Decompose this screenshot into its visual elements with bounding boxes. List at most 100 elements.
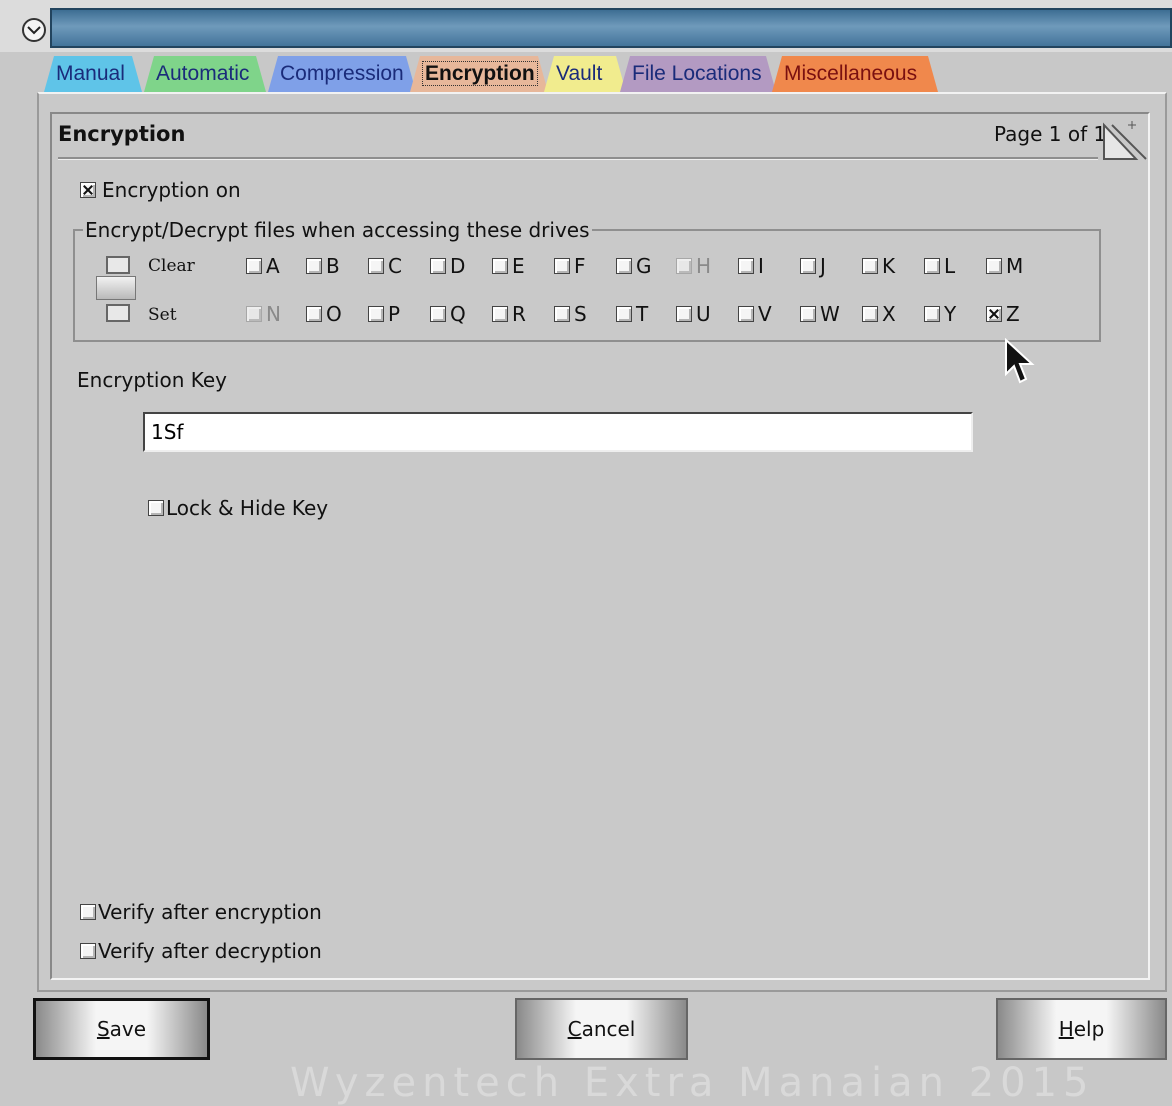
- tab-automatic[interactable]: Automatic: [144, 56, 266, 92]
- checkbox-icon[interactable]: [616, 306, 632, 322]
- drive-checkbox-t[interactable]: T: [616, 302, 648, 326]
- cancel-mnemonic: C: [567, 1017, 582, 1041]
- checkbox-icon[interactable]: [738, 258, 754, 274]
- drive-letter: Q: [450, 302, 466, 326]
- save-button[interactable]: Save: [33, 998, 210, 1060]
- drive-letter: R: [512, 302, 526, 326]
- checkbox-icon[interactable]: [924, 258, 940, 274]
- drive-checkbox-k[interactable]: K: [862, 254, 895, 278]
- drive-letter: G: [636, 254, 652, 278]
- tab-label: File Locations: [632, 62, 762, 85]
- drive-checkbox-e[interactable]: E: [492, 254, 525, 278]
- drive-checkbox-q[interactable]: Q: [430, 302, 466, 326]
- help-button[interactable]: Help: [996, 998, 1167, 1060]
- checkbox-icon[interactable]: [80, 943, 96, 959]
- tab-manual[interactable]: Manual: [44, 56, 142, 92]
- tab-file-locations[interactable]: File Locations: [620, 56, 776, 92]
- section-title: Encryption: [58, 122, 186, 146]
- drive-letter: O: [326, 302, 342, 326]
- drive-checkbox-v[interactable]: V: [738, 302, 772, 326]
- drive-letter: T: [636, 302, 649, 326]
- drive-checkbox-s[interactable]: S: [554, 302, 587, 326]
- checkbox-icon[interactable]: [430, 306, 446, 322]
- page-indicator: Page 1 of 1: [994, 122, 1107, 146]
- checkbox-icon[interactable]: [492, 306, 508, 322]
- encryption-key-input[interactable]: [143, 412, 973, 452]
- checkbox-icon[interactable]: [246, 258, 262, 274]
- drive-letter: V: [758, 302, 772, 326]
- tab-vault[interactable]: Vault: [544, 56, 626, 92]
- drive-checkbox-f[interactable]: F: [554, 254, 586, 278]
- checkbox-icon[interactable]: [676, 306, 692, 322]
- checkbox-icon[interactable]: [616, 258, 632, 274]
- checkbox-icon[interactable]: [738, 306, 754, 322]
- checkbox-icon[interactable]: [80, 182, 96, 198]
- encryption-key-label: Encryption Key: [77, 368, 227, 392]
- cancel-button[interactable]: Cancel: [515, 998, 688, 1060]
- checkbox-icon[interactable]: [554, 306, 570, 322]
- tab-label: Encryption: [422, 61, 538, 86]
- tab-label: Compression: [280, 62, 404, 85]
- checkbox-icon[interactable]: [306, 258, 322, 274]
- drive-checkbox-o[interactable]: O: [306, 302, 342, 326]
- drive-checkbox-d[interactable]: D: [430, 254, 465, 278]
- drive-checkbox-p[interactable]: P: [368, 302, 400, 326]
- checkbox-icon[interactable]: [492, 258, 508, 274]
- drive-checkbox-r[interactable]: R: [492, 302, 526, 326]
- checkbox-icon[interactable]: [306, 306, 322, 322]
- tab-compression[interactable]: Compression: [268, 56, 416, 92]
- encryption-on-checkbox[interactable]: Encryption on: [80, 178, 241, 202]
- drive-checkbox-z[interactable]: Z: [986, 302, 1020, 326]
- tab-label: Automatic: [156, 62, 250, 85]
- drive-letter: P: [388, 302, 401, 326]
- checkbox-icon[interactable]: [924, 306, 940, 322]
- collapse-icon[interactable]: [22, 18, 46, 42]
- save-mnemonic: S: [96, 1017, 110, 1041]
- help-label-rest: elp: [1073, 1017, 1105, 1041]
- lock-hide-key-checkbox[interactable]: Lock & Hide Key: [148, 496, 328, 520]
- drive-checkbox-g[interactable]: G: [616, 254, 652, 278]
- checkbox-icon[interactable]: [368, 258, 384, 274]
- checkbox-icon[interactable]: [554, 258, 570, 274]
- verify-after-encryption-label: Verify after encryption: [98, 900, 322, 924]
- verify-after-decryption-checkbox[interactable]: Verify after decryption: [80, 939, 322, 963]
- checkbox-icon[interactable]: [430, 258, 446, 274]
- drive-checkbox-w[interactable]: W: [800, 302, 840, 326]
- checkbox-icon[interactable]: [148, 500, 164, 516]
- drive-letter: D: [450, 254, 466, 278]
- drive-letter: L: [944, 254, 956, 278]
- checkbox-icon[interactable]: [800, 258, 816, 274]
- drive-checkbox-c[interactable]: C: [368, 254, 402, 278]
- drive-checkbox-i[interactable]: I: [738, 254, 764, 278]
- tab-strip: Manual Automatic Compression Encryption …: [0, 56, 1172, 94]
- drive-letter: H: [696, 254, 712, 278]
- checkbox-icon[interactable]: [800, 306, 816, 322]
- drive-checkbox-u[interactable]: U: [676, 302, 711, 326]
- footer-watermark: Wyzentech Extra Manaian 2015: [290, 1060, 1095, 1106]
- header-divider: [58, 157, 1098, 160]
- page-corner-icon[interactable]: [1102, 115, 1148, 161]
- drive-checkbox-a[interactable]: A: [246, 254, 280, 278]
- toggle-knob[interactable]: [96, 276, 136, 300]
- drive-letter: B: [326, 254, 340, 278]
- drive-checkbox-y[interactable]: Y: [924, 302, 956, 326]
- drive-checkbox-j[interactable]: J: [800, 254, 826, 278]
- drive-checkbox-b[interactable]: B: [306, 254, 340, 278]
- save-label-rest: ave: [109, 1017, 147, 1041]
- checkbox-icon[interactable]: [862, 306, 878, 322]
- checkbox-icon[interactable]: [80, 904, 96, 920]
- drive-checkbox-l[interactable]: L: [924, 254, 955, 278]
- checkbox-icon[interactable]: [986, 258, 1002, 274]
- checkbox-icon[interactable]: [986, 306, 1002, 322]
- verify-after-encryption-checkbox[interactable]: Verify after encryption: [80, 900, 322, 924]
- drive-letter: Z: [1006, 302, 1020, 326]
- clear-label: Clear: [148, 256, 195, 276]
- drive-letter: F: [574, 254, 586, 278]
- tab-encryption[interactable]: Encryption: [410, 56, 548, 92]
- drive-letter: N: [266, 302, 281, 326]
- checkbox-icon[interactable]: [862, 258, 878, 274]
- drive-checkbox-m[interactable]: M: [986, 254, 1023, 278]
- tab-miscellaneous[interactable]: Miscellaneous: [772, 56, 938, 92]
- drive-checkbox-x[interactable]: X: [862, 302, 896, 326]
- checkbox-icon[interactable]: [368, 306, 384, 322]
